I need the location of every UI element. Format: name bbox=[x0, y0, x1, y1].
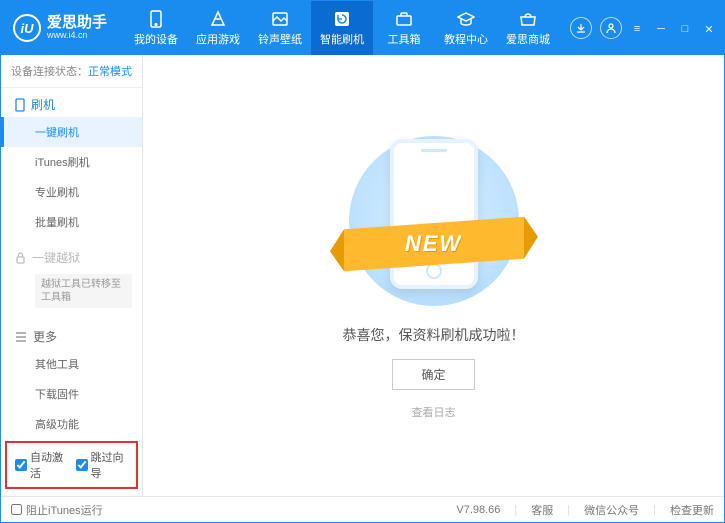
section-flash[interactable]: 刷机 bbox=[1, 88, 142, 117]
main-nav: 我的设备 应用游戏 铃声壁纸 智能刷机 工具箱 教程中心 bbox=[125, 1, 570, 55]
nav-label: 铃声壁纸 bbox=[258, 31, 302, 47]
conn-label: 设备连接状态： bbox=[11, 66, 88, 78]
sidebar-item-batch-flash[interactable]: 批量刷机 bbox=[1, 207, 142, 237]
ok-button[interactable]: 确定 bbox=[392, 359, 474, 390]
nav-smart-flash[interactable]: 智能刷机 bbox=[311, 1, 373, 55]
main-panel: NEW 恭喜您，保资料刷机成功啦！ 确定 查看日志 bbox=[143, 55, 724, 496]
footer-check-update[interactable]: 检查更新 bbox=[670, 502, 714, 518]
connection-status: 设备连接状态：正常模式 bbox=[1, 55, 142, 88]
app-window: iU 爱思助手 www.i4.cn 我的设备 应用游戏 铃声壁纸 智能刷机 bbox=[0, 0, 725, 523]
cb-label: 跳过向导 bbox=[91, 449, 129, 481]
sidebar: 设备连接状态：正常模式 刷机 一键刷机 iTunes刷机 专业刷机 批量刷机 一… bbox=[1, 55, 143, 496]
menu-icon bbox=[15, 332, 27, 342]
header-right bbox=[570, 17, 622, 39]
wallpaper-icon bbox=[271, 10, 289, 28]
nav-label: 我的设备 bbox=[134, 31, 178, 47]
logo: iU 爱思助手 www.i4.cn bbox=[13, 14, 107, 42]
menu-icon[interactable]: ≡ bbox=[630, 23, 644, 37]
section-label: 刷机 bbox=[31, 96, 55, 113]
nav-label: 工具箱 bbox=[388, 31, 421, 47]
body: 设备连接状态：正常模式 刷机 一键刷机 iTunes刷机 专业刷机 批量刷机 一… bbox=[1, 55, 724, 496]
nav-label: 智能刷机 bbox=[320, 31, 364, 47]
block-itunes-checkbox[interactable]: 阻止iTunes运行 bbox=[11, 502, 103, 518]
sidebar-item-itunes-flash[interactable]: iTunes刷机 bbox=[1, 147, 142, 177]
sidebar-item-download-firmware[interactable]: 下载固件 bbox=[1, 379, 142, 409]
auto-activate-checkbox[interactable]: 自动激活 bbox=[15, 449, 68, 481]
refresh-icon bbox=[333, 10, 351, 28]
skip-setup-checkbox[interactable]: 跳过向导 bbox=[76, 449, 129, 481]
success-illustration: NEW bbox=[334, 131, 534, 311]
titlebar: iU 爱思助手 www.i4.cn 我的设备 应用游戏 铃声壁纸 智能刷机 bbox=[1, 1, 724, 55]
phone-small-icon bbox=[15, 98, 25, 112]
cb-label: 自动激活 bbox=[30, 449, 68, 481]
store-icon bbox=[519, 10, 537, 28]
close-icon[interactable]: ✕ bbox=[702, 23, 716, 37]
nav-my-device[interactable]: 我的设备 bbox=[125, 1, 187, 55]
toolbox-icon bbox=[395, 10, 413, 28]
minimize-icon[interactable]: ─ bbox=[654, 23, 668, 37]
window-controls: ≡ ─ □ ✕ bbox=[630, 19, 716, 37]
nav-store[interactable]: 爱思商城 bbox=[497, 1, 559, 55]
jailbreak-note: 越狱工具已转移至工具箱 bbox=[35, 274, 132, 308]
app-url: www.i4.cn bbox=[47, 31, 107, 41]
apps-icon bbox=[209, 10, 227, 28]
conn-value: 正常模式 bbox=[88, 66, 132, 78]
view-log-link[interactable]: 查看日志 bbox=[412, 404, 456, 420]
nav-label: 爱思商城 bbox=[506, 31, 550, 47]
footer: 阻止iTunes运行 V7.98.66 | 客服 | 微信公众号 | 检查更新 bbox=[1, 496, 724, 522]
sidebar-item-oneclick-flash[interactable]: 一键刷机 bbox=[1, 117, 142, 147]
nav-ringtones[interactable]: 铃声壁纸 bbox=[249, 1, 311, 55]
sidebar-item-other-tools[interactable]: 其他工具 bbox=[1, 349, 142, 379]
footer-service[interactable]: 客服 bbox=[531, 502, 553, 518]
section-label: 更多 bbox=[33, 328, 57, 345]
version-label: V7.98.66 bbox=[456, 504, 500, 516]
nav-toolbox[interactable]: 工具箱 bbox=[373, 1, 435, 55]
lock-icon bbox=[15, 252, 26, 264]
sidebar-item-pro-flash[interactable]: 专业刷机 bbox=[1, 177, 142, 207]
section-jailbreak: 一键越狱 bbox=[1, 241, 142, 270]
graduation-icon bbox=[457, 10, 475, 28]
nav-label: 教程中心 bbox=[444, 31, 488, 47]
nav-tutorials[interactable]: 教程中心 bbox=[435, 1, 497, 55]
phone-icon bbox=[147, 10, 165, 28]
footer-wechat[interactable]: 微信公众号 bbox=[584, 502, 639, 518]
nav-label: 应用游戏 bbox=[196, 31, 240, 47]
logo-icon: iU bbox=[13, 14, 41, 42]
section-label: 一键越狱 bbox=[32, 249, 80, 266]
success-message: 恭喜您，保资料刷机成功啦！ bbox=[343, 325, 525, 345]
checkbox-row: 自动激活 跳过向导 bbox=[5, 441, 138, 489]
section-more[interactable]: 更多 bbox=[1, 320, 142, 349]
cb-label: 阻止iTunes运行 bbox=[26, 502, 103, 518]
app-title: 爱思助手 bbox=[47, 15, 107, 32]
sidebar-item-advanced[interactable]: 高级功能 bbox=[1, 409, 142, 439]
user-button[interactable] bbox=[600, 17, 622, 39]
maximize-icon[interactable]: □ bbox=[678, 23, 692, 37]
download-button[interactable] bbox=[570, 17, 592, 39]
nav-apps[interactable]: 应用游戏 bbox=[187, 1, 249, 55]
